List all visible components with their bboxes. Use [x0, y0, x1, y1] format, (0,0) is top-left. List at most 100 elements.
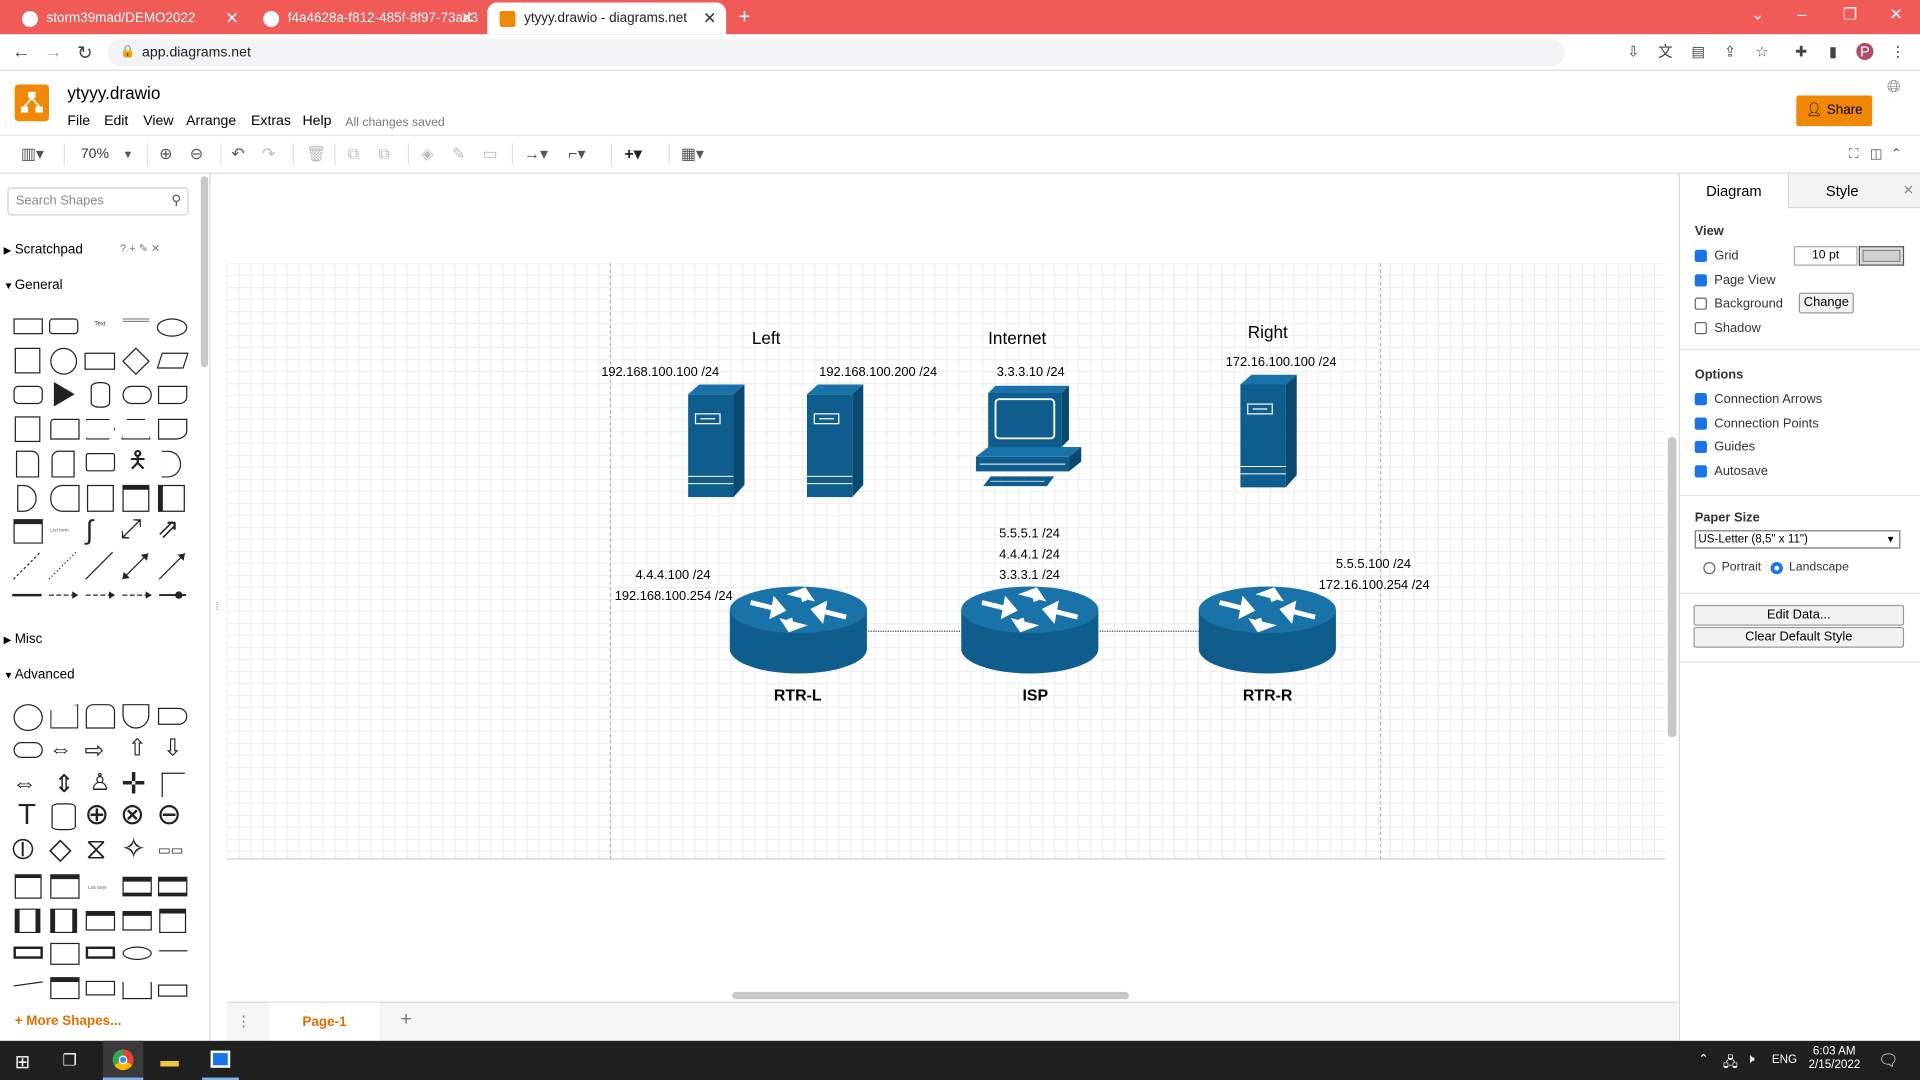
shape-collate[interactable]: ⧖: [86, 834, 107, 864]
group-label-internet[interactable]: Internet: [988, 328, 1046, 348]
windows-start-icon[interactable]: ⊞: [15, 1051, 30, 1073]
task-view-icon[interactable]: ❐: [62, 1051, 76, 1071]
menu-file[interactable]: File: [67, 114, 90, 129]
waypoints-icon[interactable]: ⌐▾: [568, 144, 585, 164]
notifications-icon[interactable]: 🗨︎: [1878, 1051, 1898, 1071]
clear-default-style-button[interactable]: Clear Default Style: [1693, 626, 1905, 648]
shape-sort-diamond[interactable]: ◇: [49, 834, 72, 864]
taskbar-chrome-button[interactable]: [102, 1040, 144, 1080]
shape-connector[interactable]: [157, 984, 188, 997]
shape-card[interactable]: [51, 450, 75, 478]
left-panel-scrollbar[interactable]: [200, 176, 209, 368]
shape-display[interactable]: [157, 707, 188, 725]
shape-list-item-2[interactable]: List Item: [88, 884, 107, 890]
network-icon[interactable]: 🖧︎: [1723, 1052, 1738, 1075]
taskbar-app-button[interactable]: [202, 1041, 239, 1080]
close-tab-icon[interactable]: ✕: [461, 9, 474, 29]
add-page-icon[interactable]: +: [400, 1009, 411, 1031]
general-header[interactable]: ▼ General: [0, 278, 196, 293]
close-panel-icon[interactable]: ✕: [1895, 173, 1920, 209]
shape-diamond[interactable]: [122, 347, 150, 376]
line-color-icon[interactable]: ✎: [452, 144, 465, 164]
shape-chain[interactable]: ▭▭: [158, 842, 183, 859]
to-front-icon[interactable]: ⧉: [348, 144, 359, 164]
delete-icon[interactable]: 🗑︎: [306, 144, 326, 164]
edit-data-button[interactable]: Edit Data...: [1693, 604, 1905, 626]
close-tab-icon[interactable]: ✕: [703, 9, 716, 29]
shape-rectangle[interactable]: [13, 318, 43, 335]
shape-textbox[interactable]: [122, 318, 150, 334]
chrome-menu-icon[interactable]: ⋮: [1889, 43, 1906, 60]
ip-label-rtrr-1[interactable]: 5.5.5.100 /24: [1336, 557, 1411, 572]
canvas-vertical-scrollbar[interactable]: [1667, 437, 1677, 738]
to-back-icon[interactable]: ⧉: [378, 144, 389, 164]
autosave-checkbox[interactable]: Autosave: [1694, 464, 1768, 479]
shape-process[interactable]: [84, 352, 116, 370]
zoom-dropdown-icon[interactable]: ▼: [122, 144, 133, 164]
shape-callout[interactable]: [85, 453, 116, 472]
shape-step[interactable]: [85, 418, 116, 440]
shape-tree[interactable]: [85, 911, 116, 931]
router-label-isp[interactable]: ISP: [1022, 686, 1048, 704]
shape-note[interactable]: [15, 450, 40, 478]
shape-tee[interactable]: Ｔ: [13, 800, 40, 830]
background-checkbox[interactable]: Background: [1694, 296, 1783, 311]
maximize-icon[interactable]: ❐: [1843, 5, 1857, 25]
router-label-rtr-r[interactable]: RTR-R: [1243, 686, 1293, 704]
scratchpad-tools-icon[interactable]: ? + ✎ ✕: [120, 242, 160, 255]
grid-checkbox[interactable]: Grid: [1694, 249, 1739, 263]
url-input[interactable]: 🔒 app.diagrams.net: [107, 39, 1565, 67]
tab-search-icon[interactable]: ⌄: [1751, 5, 1764, 25]
menu-extras[interactable]: Extras: [251, 114, 291, 129]
table-icon[interactable]: ▦▾: [681, 144, 704, 164]
shape-bar[interactable]: [85, 980, 116, 996]
computer-icon[interactable]: [973, 383, 1086, 488]
browser-tab-2[interactable]: f4a4628a-f812-485f-8f97-73ad3 ✕: [251, 2, 484, 34]
landscape-radio[interactable]: Landscape: [1770, 561, 1849, 574]
reload-icon[interactable]: ↻: [77, 42, 92, 64]
language-indicator[interactable]: ENG: [1772, 1053, 1797, 1066]
page-view-checkbox[interactable]: Page View: [1694, 273, 1776, 288]
zoom-out-icon[interactable]: ⊖: [190, 144, 203, 164]
menu-arrange[interactable]: Arrange: [186, 114, 236, 129]
file-title[interactable]: ytyyy.drawio: [67, 83, 160, 103]
shape-h-double-arrow[interactable]: ⇔: [12, 770, 36, 798]
tray-chevron-icon[interactable]: ⌃: [1698, 1053, 1708, 1066]
server-icon[interactable]: [806, 383, 865, 498]
back-icon[interactable]: ←: [12, 42, 30, 63]
shape-square[interactable]: [14, 347, 41, 374]
extensions-icon[interactable]: ✚: [1793, 43, 1810, 60]
panel-resize-handle[interactable]: ⁞: [216, 600, 219, 612]
shadow-icon[interactable]: ▭: [482, 144, 497, 164]
shape-line-row[interactable]: [10, 547, 194, 584]
browser-tab-drawio[interactable]: ytyyy.drawio - diagrams.net ✕: [487, 2, 727, 35]
shape-text[interactable]: Text: [94, 321, 105, 328]
shape-or[interactable]: [161, 450, 182, 478]
ip-label-rtrl-2[interactable]: 192.168.100.254 /24: [615, 589, 733, 604]
shape-ellipse-2[interactable]: [122, 946, 152, 961]
shape-right-arrow[interactable]: ⇨: [84, 737, 103, 765]
shape-database[interactable]: [51, 803, 76, 831]
connection-style-icon[interactable]: →▾: [524, 144, 548, 164]
shape-document[interactable]: [157, 385, 188, 405]
shape-list-item[interactable]: List Item: [50, 527, 69, 533]
ip-label-isp-1[interactable]: 5.5.5.1 /24: [999, 527, 1060, 542]
shape-parallelogram[interactable]: [156, 352, 189, 369]
paper-size-select[interactable]: US-Letter (8,5" x 11") ▼: [1694, 530, 1901, 549]
ip-label-pc-left1[interactable]: 192.168.100.100 /24: [601, 365, 719, 380]
router-icon[interactable]: [729, 585, 869, 676]
shape-frame[interactable]: [122, 484, 150, 512]
tab-style[interactable]: Style: [1787, 173, 1896, 209]
shape-double-arrow[interactable]: ⇔: [49, 737, 72, 764]
shape-internal-storage[interactable]: [14, 416, 41, 443]
shape-sort[interactable]: ⊖: [157, 800, 182, 830]
shape-cross[interactable]: ✛: [121, 767, 146, 803]
advanced-header[interactable]: ▼ Advanced: [0, 667, 196, 682]
shape-tree-2[interactable]: [122, 911, 152, 931]
collapse-icon[interactable]: ⌃: [1891, 144, 1902, 164]
search-shapes-input[interactable]: Search Shapes ⚲: [7, 187, 189, 216]
tab-diagram[interactable]: Diagram: [1680, 173, 1788, 209]
portrait-radio[interactable]: Portrait: [1703, 561, 1761, 574]
shape-person[interactable]: ♙: [89, 769, 110, 797]
shape-delay[interactable]: [17, 484, 37, 512]
